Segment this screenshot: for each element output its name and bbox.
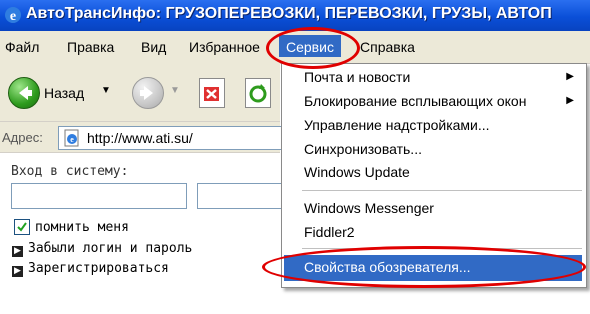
register-link-label[interactable]: Зарегистрироваться [28,261,169,276]
toolbar: Назад ▼ ▼ [0,63,280,122]
submenu-arrow-icon: ▶ [566,71,574,82]
forward-arrow-icon[interactable] [132,77,164,109]
menu-item-synchronize[interactable]: Синхронизовать... [304,141,422,157]
menu-item-popup-blocker[interactable]: Блокирование всплывающих окон [304,93,526,109]
menu-item-manage-addons[interactable]: Управление надстройками... [304,117,490,133]
page-icon: e [64,129,79,147]
forgot-link-label[interactable]: Забыли логин и пароль [28,241,192,256]
back-dropdown-icon[interactable]: ▼ [101,85,111,96]
remember-label: помнить меня [35,220,129,235]
forward-dropdown-icon[interactable]: ▼ [170,85,180,96]
refresh-icon[interactable] [245,78,271,108]
menu-file[interactable]: Файл [5,39,39,55]
menu-view[interactable]: Вид [141,39,166,55]
menu-favorites[interactable]: Избранное [189,39,260,55]
address-bar: Адрес: e http://www.ati.su/ [0,122,286,153]
menu-edit[interactable]: Правка [67,39,114,55]
bullet-arrow-icon: ▶ [12,266,23,277]
remember-checkbox[interactable] [14,219,30,235]
bullet-arrow-icon: ▶ [12,246,23,257]
highlight-ellipse-tools-menu [266,27,360,69]
title-bar: e АвтоТрансИнфо: ГРУЗОПЕРЕВОЗКИ, ПЕРЕВОЗ… [0,0,590,31]
forgot-link[interactable]: ▶ Забыли логин и пароль [12,241,192,257]
submenu-arrow-icon: ▶ [566,95,574,106]
menu-item-windows-update[interactable]: Windows Update [304,164,410,180]
menu-item-mail-news[interactable]: Почта и новости [304,69,410,85]
internet-explorer-icon: e [5,7,21,24]
menu-separator [302,190,582,191]
window-title: АвтоТрансИнфо: ГРУЗОПЕРЕВОЗКИ, ПЕРЕВОЗКИ… [26,5,552,22]
menu-item-fiddler2[interactable]: Fiddler2 [304,224,355,240]
register-link[interactable]: ▶ Зарегистрироваться [12,261,169,277]
login-label: Вход в систему: [11,164,129,179]
login-input[interactable] [11,183,187,209]
address-label: Адрес: [2,130,43,145]
menu-help[interactable]: Справка [360,39,415,55]
password-input[interactable] [197,183,289,209]
back-arrow-icon[interactable] [8,77,40,109]
svg-text:e: e [70,135,74,144]
menu-item-windows-messenger[interactable]: Windows Messenger [304,200,434,216]
back-button-label[interactable]: Назад [44,85,84,101]
stop-icon[interactable] [199,78,225,108]
address-input[interactable]: e http://www.ati.su/ [58,126,286,150]
screenshot: e АвтоТрансИнфо: ГРУЗОПЕРЕВОЗКИ, ПЕРЕВОЗ… [0,0,590,314]
check-icon [17,222,27,232]
address-url: http://www.ati.su/ [87,130,193,146]
highlight-ellipse-internet-options [262,246,586,288]
svg-text:e: e [10,9,16,24]
